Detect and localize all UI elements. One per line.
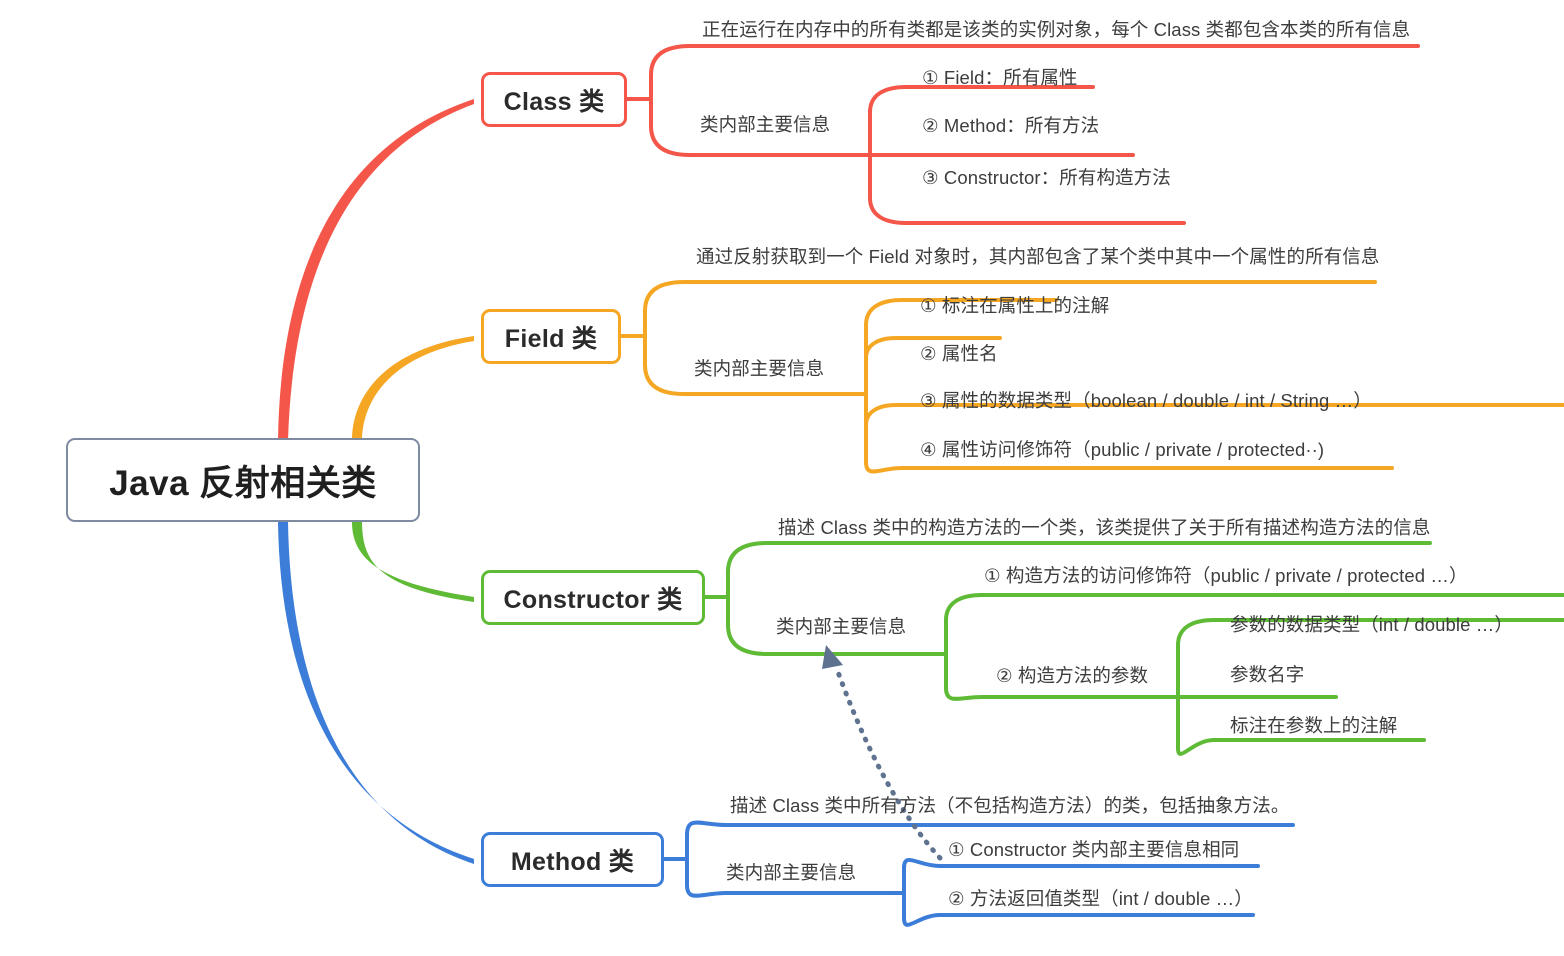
method-description[interactable]: 描述 Class 类中所有方法（不包括构造方法）的类，包括抽象方法。	[730, 795, 1289, 816]
branch-node-field-label: Field 类	[504, 324, 598, 353]
class-item-1[interactable]: ① Field：所有属性	[922, 67, 1078, 88]
branch-node-method-label: Method 类	[510, 847, 635, 876]
constructor-item-1[interactable]: ① 构造方法的访问修饰符（public / private / protecte…	[984, 565, 1468, 586]
field-item-2[interactable]: ② 属性名	[920, 343, 998, 364]
relationship-arrow	[822, 645, 943, 861]
root-node-label: Java 反射相关类	[109, 463, 377, 503]
branch-node-constructor[interactable]: Constructor 类	[481, 570, 705, 625]
constructor-group-label[interactable]: 类内部主要信息	[776, 616, 906, 637]
class-group-label[interactable]: 类内部主要信息	[700, 114, 830, 135]
branch-node-class[interactable]: Class 类	[481, 72, 627, 127]
branch-node-field[interactable]: Field 类	[481, 309, 621, 364]
field-description[interactable]: 通过反射获取到一个 Field 对象时，其内部包含了某个类中其中一个属性的所有信…	[696, 246, 1379, 267]
field-group-label[interactable]: 类内部主要信息	[694, 358, 824, 379]
constructor-param-type[interactable]: 参数的数据类型（int / double …）	[1230, 614, 1513, 635]
root-node[interactable]: Java 反射相关类	[66, 438, 420, 522]
class-item-3[interactable]: ③ Constructor：所有构造方法	[922, 167, 1171, 188]
field-item-1[interactable]: ① 标注在属性上的注解	[920, 295, 1109, 316]
trunk-field	[352, 336, 474, 441]
constructor-item-2[interactable]: ② 构造方法的参数	[996, 665, 1148, 686]
method-group-label[interactable]: 类内部主要信息	[726, 862, 856, 883]
method-item-2[interactable]: ② 方法返回值类型（int / double …）	[948, 888, 1253, 909]
trunk-method	[278, 521, 474, 864]
field-item-3[interactable]: ③ 属性的数据类型（boolean / double / int / Strin…	[920, 390, 1372, 411]
field-item-4[interactable]: ④ 属性访问修饰符（public / private / protected··…	[920, 439, 1324, 460]
branch-node-class-label: Class 类	[503, 87, 605, 116]
constructor-param-annotation[interactable]: 标注在参数上的注解	[1230, 715, 1397, 736]
class-description[interactable]: 正在运行在内存中的所有类都是该类的实例对象，每个 Class 类都包含本类的所有…	[702, 19, 1410, 40]
mindmap-canvas: Java 反射相关类 Class 类 Field 类 Constructor 类…	[0, 0, 1564, 956]
branch-node-method[interactable]: Method 类	[481, 832, 664, 887]
branch-node-constructor-label: Constructor 类	[503, 585, 683, 614]
constructor-param-name[interactable]: 参数名字	[1230, 664, 1304, 685]
trunk-constructor	[352, 521, 474, 602]
trunk-class	[278, 99, 474, 441]
method-item-1[interactable]: ① Constructor 类内部主要信息相同	[948, 839, 1239, 860]
constructor-description[interactable]: 描述 Class 类中的构造方法的一个类，该类提供了关于所有描述构造方法的信息	[778, 517, 1430, 538]
class-item-2[interactable]: ② Method：所有方法	[922, 115, 1099, 136]
